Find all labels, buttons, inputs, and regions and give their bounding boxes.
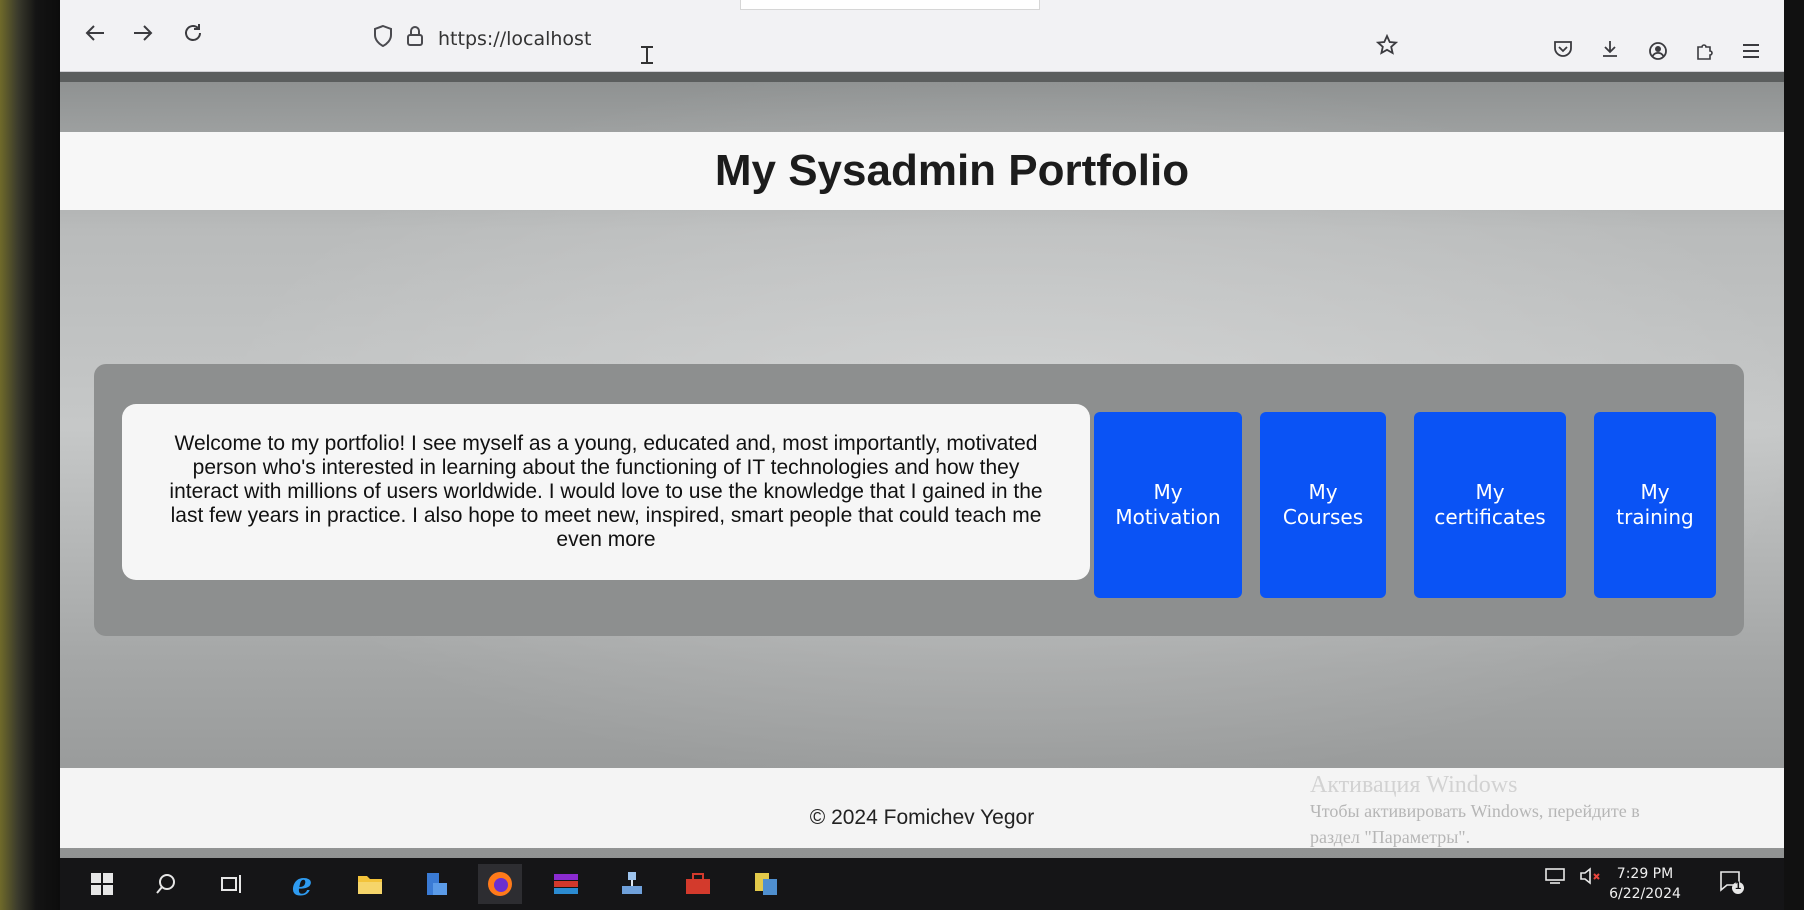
- taskbar-clock[interactable]: 7:29 PM 6/22/2024: [1600, 864, 1690, 904]
- browser-tab[interactable]: [740, 0, 1040, 10]
- intro-card: Welcome to my portfolio! I see myself as…: [122, 404, 1090, 580]
- certificates-button[interactable]: My certificates: [1414, 412, 1566, 598]
- url-text[interactable]: https://localhost: [438, 28, 591, 50]
- intro-text: Welcome to my portfolio! I see myself as…: [169, 432, 1043, 551]
- lock-icon[interactable]: [402, 22, 428, 50]
- search-icon[interactable]: [144, 864, 188, 904]
- footer-copyright: © 2024 Fomichev Yegor: [809, 806, 1035, 829]
- clock-time: 7:29 PM: [1616, 866, 1674, 882]
- network-tray-icon[interactable]: [1544, 866, 1568, 886]
- file-explorer-icon[interactable]: [348, 864, 392, 904]
- windows-start-icon[interactable]: [80, 864, 124, 904]
- monitor-bezel-right: [1784, 0, 1804, 910]
- winrar-icon[interactable]: [544, 864, 588, 904]
- internet-explorer-icon[interactable]: e: [280, 864, 324, 904]
- server-manager-icon[interactable]: [414, 864, 458, 904]
- notification-count: 1: [1735, 880, 1742, 892]
- firefox-icon[interactable]: [478, 864, 522, 904]
- windows-activation-watermark: Активация Windows Чтобы активировать Win…: [1310, 772, 1640, 850]
- motivation-button[interactable]: My Motivation: [1094, 412, 1242, 598]
- activation-line-1: Чтобы активировать Windows, перейдите в: [1310, 801, 1640, 821]
- volume-muted-icon[interactable]: [1578, 866, 1602, 886]
- task-view-icon[interactable]: [210, 864, 254, 904]
- network-tool-icon[interactable]: [610, 864, 654, 904]
- hamburger-menu-icon[interactable]: [1736, 36, 1766, 66]
- browser-toolbar: https://localhost: [60, 0, 1784, 72]
- windows-taskbar: e 7:29 PM 6/22/2024 1: [60, 858, 1784, 910]
- puzzle-icon[interactable]: [1690, 36, 1720, 66]
- activation-title: Активация Windows: [1310, 772, 1518, 798]
- forward-arrow-icon[interactable]: [128, 18, 158, 48]
- url-bar[interactable]: https://localhost: [350, 18, 1470, 56]
- page-top-strip: [60, 72, 1784, 82]
- notification-center-icon[interactable]: 1: [1718, 868, 1744, 894]
- remote-desktop-icon[interactable]: [744, 864, 788, 904]
- monitor-bezel-left: [0, 0, 60, 910]
- download-icon[interactable]: [1595, 34, 1625, 64]
- content-panel: Welcome to my portfolio! I see myself as…: [94, 364, 1744, 636]
- training-button[interactable]: My training: [1594, 412, 1716, 598]
- shield-icon[interactable]: [370, 22, 396, 50]
- site-header: My Sysadmin Portfolio: [60, 132, 1784, 210]
- back-arrow-icon[interactable]: [80, 18, 110, 48]
- star-icon[interactable]: [1372, 30, 1402, 60]
- text-cursor: [641, 46, 653, 64]
- account-icon[interactable]: [1643, 36, 1673, 66]
- screen: https://localhost My Sysadmin Portfolio: [60, 0, 1784, 910]
- toolbox-icon[interactable]: [676, 864, 720, 904]
- courses-button[interactable]: My Courses: [1260, 412, 1386, 598]
- activation-line-2: раздел "Параметры".: [1310, 827, 1471, 847]
- page-title: My Sysadmin Portfolio: [714, 146, 1190, 195]
- web-page: My Sysadmin Portfolio Welcome to my port…: [60, 72, 1784, 862]
- pocket-icon[interactable]: [1548, 34, 1578, 64]
- clock-date: 6/22/2024: [1609, 886, 1681, 902]
- reload-icon[interactable]: [178, 18, 208, 48]
